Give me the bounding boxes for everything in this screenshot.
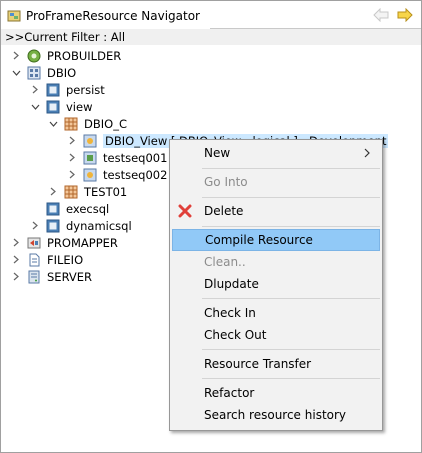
- tree-item-test01[interactable]: TEST01: [48, 183, 127, 200]
- expand-arrow-icon[interactable]: [30, 85, 40, 95]
- folder-package-icon: [46, 83, 60, 97]
- back-button[interactable]: [373, 7, 389, 23]
- menu-separator: [202, 378, 380, 379]
- tree-item-dbio[interactable]: DBIO: [11, 64, 76, 81]
- tree-item-dynamicsql[interactable]: dynamicsql: [30, 217, 132, 234]
- tree-label: testseq001 [: [103, 150, 176, 165]
- tree-label: execsql: [66, 201, 110, 216]
- tree-label: DBIO: [47, 65, 77, 80]
- dbio-resource-icon: [83, 134, 97, 148]
- expand-arrow-icon[interactable]: [30, 221, 40, 231]
- tree-item-probuilder[interactable]: PROBUILDER: [11, 47, 121, 64]
- file-icon: [27, 253, 41, 267]
- menu-separator: [202, 226, 380, 227]
- expand-arrow-icon[interactable]: [11, 238, 21, 248]
- tree-item-dbio-c[interactable]: DBIO_C: [48, 115, 127, 132]
- menu-item-refactor[interactable]: Refactor: [172, 382, 380, 404]
- tree-label: PROBUILDER: [47, 48, 122, 63]
- menu-item-compile-resource[interactable]: Compile Resource: [172, 229, 380, 251]
- view-title: ProFrameResource Navigator: [26, 9, 200, 23]
- tree-item-persist[interactable]: persist: [30, 81, 105, 98]
- menu-item-delete[interactable]: Delete: [172, 200, 380, 222]
- submenu-arrow-icon: [364, 147, 370, 161]
- expand-arrow-icon[interactable]: [11, 255, 21, 265]
- folder-package-icon: [46, 202, 60, 216]
- menu-item-check-in[interactable]: Check In: [172, 302, 380, 324]
- table-grid-icon: [64, 117, 78, 131]
- current-filter: >>Current Filter : All: [1, 29, 421, 45]
- dbio-resource-icon: [83, 168, 97, 182]
- menu-separator: [202, 197, 380, 198]
- folder-package-icon: [46, 100, 60, 114]
- expand-arrow-icon[interactable]: [11, 272, 21, 282]
- menu-separator: [202, 349, 380, 350]
- menu-item-search-resource-history[interactable]: Search resource history: [172, 404, 380, 426]
- tree-item-execsql[interactable]: execsql: [30, 200, 109, 217]
- view-title-bar: ProFrameResource Navigator: [1, 1, 421, 29]
- menu-separator: [202, 298, 380, 299]
- tree-item-server[interactable]: SERVER: [11, 268, 92, 285]
- collapse-arrow-icon[interactable]: [11, 68, 21, 78]
- navigator-view: ProFrameResource Navigator >>Current Fil…: [0, 0, 422, 453]
- navigator-tab[interactable]: ProFrameResource Navigator: [1, 3, 210, 29]
- collapse-arrow-icon[interactable]: [48, 119, 58, 129]
- back-arrow-icon: [373, 8, 389, 22]
- tree-label: TEST01: [84, 184, 128, 199]
- tree-label: FILEIO: [47, 252, 84, 267]
- menu-item-resource-transfer[interactable]: Resource Transfer: [172, 353, 380, 375]
- tree-label: testseq002 [: [103, 167, 176, 182]
- tree-label: SERVER: [47, 269, 93, 284]
- menu-item-clean[interactable]: Clean..: [172, 251, 380, 273]
- context-menu: New Go Into Delete Compile Resource Clea…: [169, 139, 383, 431]
- menu-separator: [202, 168, 380, 169]
- expand-arrow-icon[interactable]: [11, 51, 21, 61]
- forward-button[interactable]: [397, 7, 413, 23]
- navigator-icon: [7, 9, 21, 23]
- tree-item-fileio[interactable]: FILEIO: [11, 251, 83, 268]
- tree-item-promapper[interactable]: PROMAPPER: [11, 234, 118, 251]
- expand-arrow-icon[interactable]: [48, 187, 58, 197]
- tree-item-testseq002[interactable]: testseq002 [: [67, 166, 176, 183]
- menu-item-new[interactable]: New: [172, 142, 380, 164]
- tree-label: persist: [66, 82, 105, 97]
- tree-label: dynamicsql: [66, 218, 132, 233]
- server-icon: [27, 270, 41, 284]
- folder-package-icon: [46, 219, 60, 233]
- collapse-arrow-icon[interactable]: [30, 102, 40, 112]
- tree-label: PROMAPPER: [47, 235, 118, 250]
- tree-label: DBIO_C: [84, 116, 127, 131]
- expand-arrow-icon[interactable]: [67, 136, 77, 146]
- probuilder-icon: [27, 49, 41, 63]
- expand-arrow-icon[interactable]: [67, 153, 77, 163]
- tree-label: view: [66, 99, 93, 114]
- expand-arrow-icon[interactable]: [67, 170, 77, 180]
- dbio-icon: [27, 66, 41, 80]
- tree-item-view[interactable]: view: [30, 98, 92, 115]
- tree-item-testseq001[interactable]: testseq001 [: [67, 149, 176, 166]
- menu-item-dlupdate[interactable]: Dlupdate: [172, 273, 380, 295]
- delete-x-icon: [178, 204, 192, 218]
- dbio-resource-icon: [83, 151, 97, 165]
- menu-item-check-out[interactable]: Check Out: [172, 324, 380, 346]
- promapper-icon: [27, 236, 41, 250]
- forward-arrow-icon: [397, 8, 413, 22]
- menu-item-go-into[interactable]: Go Into: [172, 171, 380, 193]
- table-grid-icon: [64, 185, 78, 199]
